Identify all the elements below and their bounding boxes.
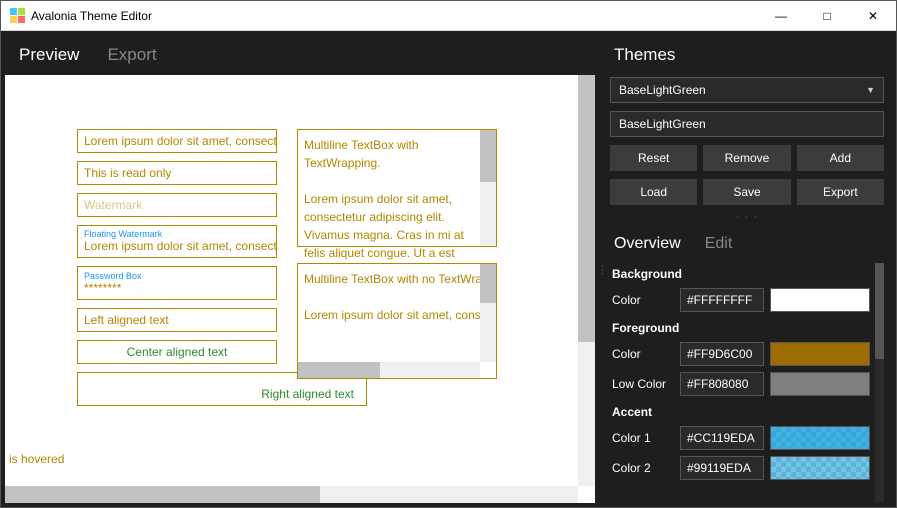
theme-select-value: BaseLightGreen (619, 83, 706, 97)
background-color-label: Color (610, 293, 674, 307)
window-minimize-button[interactable]: — (758, 1, 804, 31)
foreground-color-input[interactable]: #FF9D6C00 (680, 342, 764, 366)
textbox-multiline-wrap[interactable]: Multiline TextBox with TextWrapping. Lor… (297, 129, 497, 247)
load-button[interactable]: Load (610, 179, 697, 205)
accent-color1-label: Color 1 (610, 431, 674, 445)
preview-scrollbar-horizontal[interactable] (5, 486, 578, 503)
horizontal-splitter[interactable]: · · · (610, 213, 884, 221)
add-button[interactable]: Add (797, 145, 884, 171)
scrollbar-vertical[interactable] (480, 264, 496, 362)
theme-select[interactable]: BaseLightGreen ▼ (610, 77, 884, 103)
textbox-readonly[interactable]: This is read only (77, 161, 277, 185)
accent-color1-input[interactable]: #CC119EDA (680, 426, 764, 450)
hover-status-text: is hovered (9, 452, 64, 466)
group-foreground-label: Foreground (610, 317, 870, 337)
themes-heading: Themes (610, 45, 884, 69)
group-background-label: Background (610, 263, 870, 283)
accent-color1-swatch[interactable] (770, 426, 870, 450)
properties-panel: Background Color #FFFFFFFF Foreground Co… (610, 263, 884, 503)
window-titlebar: Avalonia Theme Editor — □ ✕ (1, 1, 896, 31)
save-button[interactable]: Save (703, 179, 790, 205)
textbox-floating-watermark[interactable]: Floating Watermark Lorem ipsum dolor sit… (77, 225, 277, 258)
tab-edit[interactable]: Edit (705, 235, 733, 253)
scrollbar-horizontal[interactable] (298, 362, 480, 378)
textbox-watermark[interactable]: Watermark (77, 193, 277, 217)
foreground-lowcolor-input[interactable]: #FF808080 (680, 372, 764, 396)
export-button[interactable]: Export (797, 179, 884, 205)
textbox-password[interactable]: Password Box ******** (77, 266, 277, 300)
theme-name-input[interactable]: BaseLightGreen (610, 111, 884, 137)
textbox-multiline-nowrap[interactable]: Multiline TextBox with no TextWrapp Lore… (297, 263, 497, 379)
preview-viewport: Lorem ipsum dolor sit amet, consect This… (5, 75, 595, 503)
preview-scrollbar-vertical[interactable] (578, 75, 595, 486)
accent-color2-label: Color 2 (610, 461, 674, 475)
chevron-down-icon: ▼ (866, 85, 875, 95)
remove-button[interactable]: Remove (703, 145, 790, 171)
scrollbar-vertical[interactable] (480, 130, 496, 246)
group-accent-label: Accent (610, 401, 870, 421)
tab-preview[interactable]: Preview (19, 45, 79, 65)
accent-color2-input[interactable]: #99119EDA (680, 456, 764, 480)
background-color-swatch[interactable] (770, 288, 870, 312)
foreground-lowcolor-swatch[interactable] (770, 372, 870, 396)
textbox-center-align[interactable]: Center aligned text (77, 340, 277, 364)
main-tabs: Preview Export (1, 31, 599, 75)
window-close-button[interactable]: ✕ (850, 1, 896, 31)
tab-overview[interactable]: Overview (614, 235, 681, 253)
properties-scrollbar[interactable] (875, 263, 884, 503)
foreground-color-label: Color (610, 347, 674, 361)
textbox-sample[interactable]: Lorem ipsum dolor sit amet, consect (77, 129, 277, 153)
app-icon (9, 8, 25, 24)
window-maximize-button[interactable]: □ (804, 1, 850, 31)
textbox-left-align[interactable]: Left aligned text (77, 308, 277, 332)
foreground-lowcolor-label: Low Color (610, 377, 674, 391)
vertical-splitter[interactable]: ··· (599, 31, 606, 507)
editor-tabs: Overview Edit (610, 229, 884, 255)
reset-button[interactable]: Reset (610, 145, 697, 171)
window-title: Avalonia Theme Editor (31, 9, 152, 23)
accent-color2-swatch[interactable] (770, 456, 870, 480)
tab-export[interactable]: Export (107, 45, 156, 65)
foreground-color-swatch[interactable] (770, 342, 870, 366)
background-color-input[interactable]: #FFFFFFFF (680, 288, 764, 312)
